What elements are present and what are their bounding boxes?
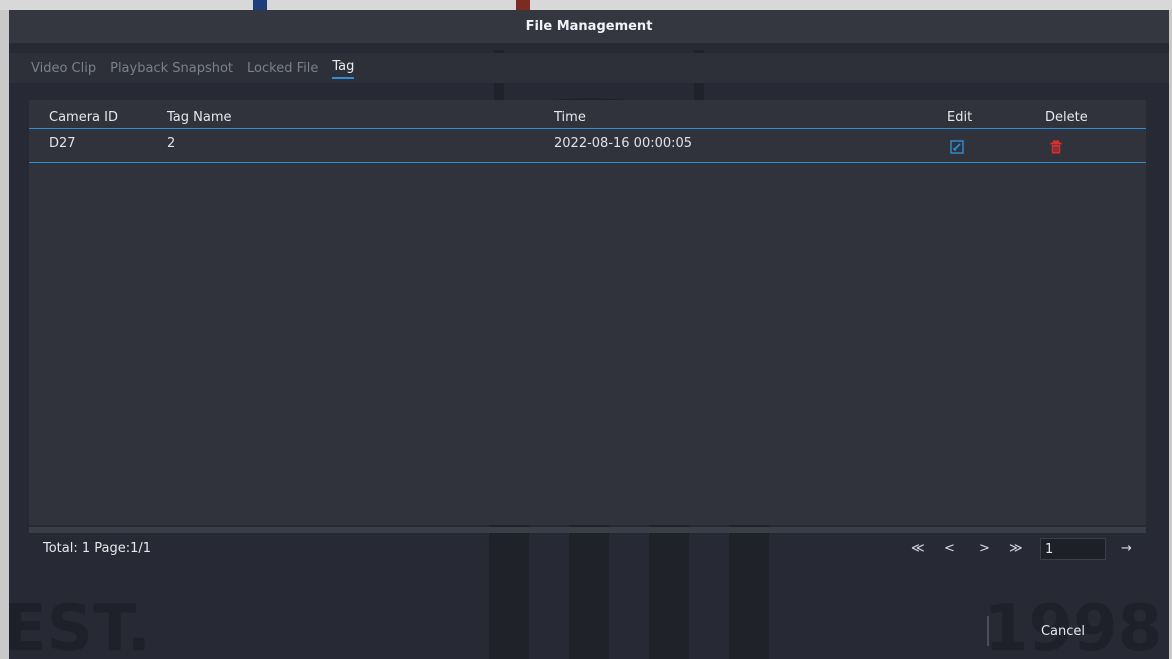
top-strip — [0, 0, 1172, 10]
table-row[interactable]: D27 2 2022-08-16 00:00:05 — [29, 131, 1146, 163]
header-delete: Delete — [1045, 110, 1088, 125]
tag-list-panel: Camera ID Tag Name Time Edit Delete D27 … — [29, 100, 1146, 525]
window-marker-red — [516, 0, 530, 10]
trash-icon[interactable] — [1049, 140, 1063, 154]
cancel-button[interactable]: Cancel — [987, 616, 1137, 646]
cell-time: 2022-08-16 00:00:05 — [554, 136, 693, 151]
horizontal-scrollbar[interactable] — [29, 527, 1146, 533]
watermark-est: EST. — [9, 592, 151, 659]
cell-tag-name: 2 — [167, 136, 176, 151]
window-marker-blue — [253, 0, 267, 10]
header-time: Time — [554, 110, 586, 125]
last-page-button[interactable]: ≫ — [1009, 541, 1023, 556]
tab-video-clip[interactable]: Video Clip — [31, 59, 96, 78]
dialog-title-bar: File Management — [9, 10, 1169, 43]
first-page-button[interactable]: ≪ — [911, 541, 925, 556]
file-management-dialog: EST. 1998 File Management Video Clip Pla… — [9, 10, 1169, 659]
header-camera-id: Camera ID — [49, 110, 118, 125]
tab-bar: Video Clip Playback Snapshot Locked File… — [9, 53, 1169, 83]
cell-camera-id: D27 — [49, 136, 76, 151]
go-page-arrow-icon[interactable]: → — [1121, 541, 1132, 556]
tab-playback-snapshot[interactable]: Playback Snapshot — [110, 59, 233, 78]
edit-icon[interactable] — [950, 140, 964, 154]
tab-locked-file[interactable]: Locked File — [247, 59, 318, 78]
total-page-info: Total: 1 Page:1/1 — [43, 541, 152, 556]
next-page-button[interactable]: > — [979, 541, 990, 556]
header-edit: Edit — [947, 110, 973, 125]
previous-page-button[interactable]: < — [944, 541, 955, 556]
dialog-title: File Management — [525, 19, 653, 34]
tab-tag[interactable]: Tag — [332, 57, 355, 79]
table-header: Camera ID Tag Name Time Edit Delete — [29, 107, 1146, 129]
header-tag-name: Tag Name — [167, 110, 232, 125]
page-number-input[interactable] — [1040, 538, 1106, 560]
